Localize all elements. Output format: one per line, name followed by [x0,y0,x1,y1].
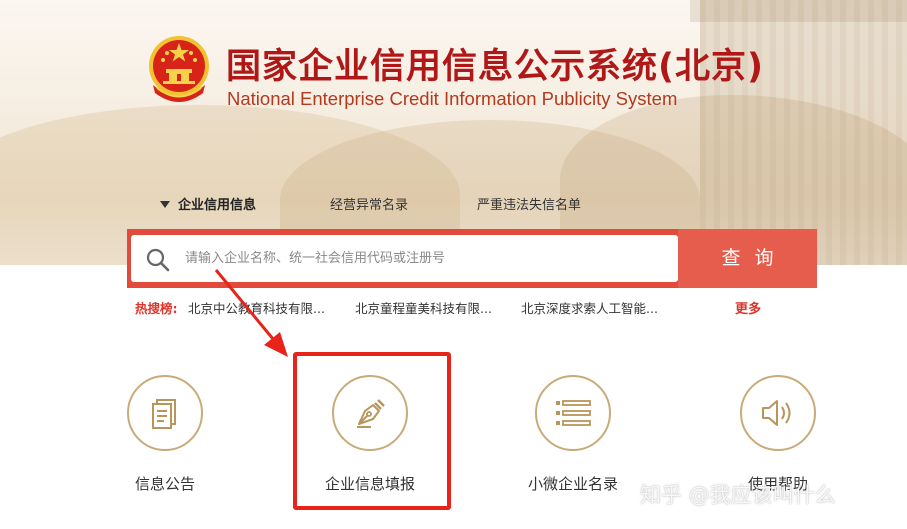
feature-icon-circle [740,375,816,451]
search-bar: 查询 [127,229,817,288]
feature-user-help[interactable]: 使用帮助 [698,375,858,494]
hot-search-item[interactable]: 北京深度求索人工智能... [521,298,658,317]
feature-icon-circle [127,375,203,451]
hot-search-label: 热搜榜: [135,301,178,316]
search-icon [146,248,170,272]
feature-icon-circle [535,375,611,451]
tab-serious-violation-list[interactable]: 严重违法失信名单 [477,194,581,213]
site-title: 国家企业信用信息公示系统(北京) [226,47,764,87]
feature-micro-enterprise-list[interactable]: 小微企业名录 [493,375,653,494]
feature-info-announcement[interactable]: 信息公告 [85,375,245,494]
hot-search-item[interactable]: 北京中公教育科技有限... [188,298,325,317]
speaker-icon [762,400,791,426]
list-icon [556,400,591,426]
search-input[interactable] [185,235,665,282]
caret-down-icon [160,201,170,208]
highlight-box [293,352,451,510]
more-link[interactable]: 更多 [735,298,761,317]
search-button[interactable]: 查询 [678,229,817,288]
tab-enterprise-credit-info[interactable]: 企业信用信息 [160,194,256,213]
feature-label: 小微企业名录 [527,475,618,493]
site-subtitle: National Enterprise Credit Information P… [227,88,678,109]
national-emblem-icon [149,36,209,102]
document-icon [152,399,176,429]
watermark: 知乎 @我应该叫什么 [640,483,836,507]
hot-search-item[interactable]: 北京童程童美科技有限... [355,298,492,317]
feature-label: 信息公告 [134,475,195,493]
search-box [131,235,678,282]
tab-abnormal-operation-list[interactable]: 经营异常名录 [330,194,408,213]
